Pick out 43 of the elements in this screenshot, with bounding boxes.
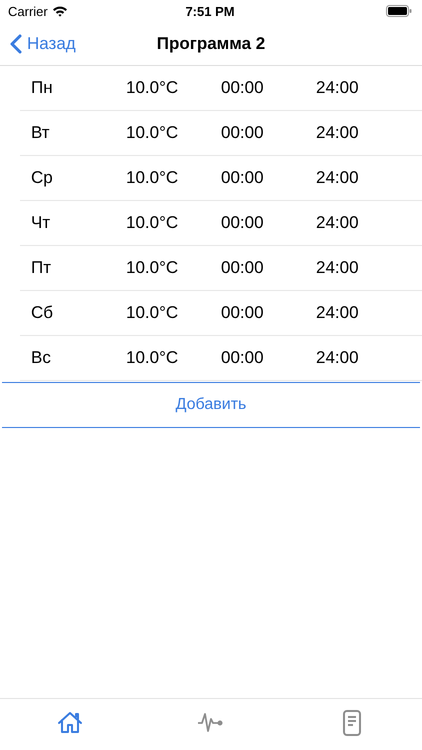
temperature-value: 10.0°C	[126, 213, 180, 233]
temperature-value: 10.0°C	[126, 303, 180, 323]
temperature-value: 10.0°C	[126, 78, 180, 98]
end-time: 24:00	[316, 123, 360, 143]
temperature-value: 10.0°C	[126, 348, 180, 368]
schedule-row[interactable]: Чт 10.0°C 00:00 24:00	[20, 201, 422, 246]
start-time: 00:00	[221, 258, 265, 278]
carrier-text: Carrier	[8, 4, 48, 18]
temperature-value: 10.0°C	[126, 168, 180, 188]
schedule-row[interactable]: Пт 10.0°C 00:00 24:00	[20, 246, 422, 291]
end-time: 24:00	[316, 258, 360, 278]
start-time: 00:00	[221, 348, 265, 368]
wifi-icon	[52, 5, 68, 17]
clock-text: 7:51 PM	[185, 4, 235, 18]
end-time: 24:00	[316, 303, 360, 323]
start-time: 00:00	[221, 78, 265, 98]
end-time: 24:00	[316, 168, 360, 188]
end-time: 24:00	[316, 348, 360, 368]
start-time: 00:00	[221, 213, 265, 233]
day-label: Сб	[31, 303, 54, 323]
start-time: 00:00	[221, 123, 265, 143]
day-label: Вт	[31, 123, 51, 143]
day-label: Чт	[31, 213, 52, 233]
day-label: Вс	[31, 348, 52, 368]
day-label: Пн	[31, 78, 54, 98]
schedule-row[interactable]: Ср 10.0°C 00:00 24:00	[20, 156, 422, 201]
battery-icon	[386, 5, 412, 17]
day-label: Ср	[31, 168, 54, 188]
schedule-row[interactable]: Вс 10.0°C 00:00 24:00	[20, 336, 422, 381]
chevron-left-icon	[10, 34, 22, 54]
schedule-row[interactable]: Вт 10.0°C 00:00 24:00	[20, 111, 422, 156]
day-label: Пт	[31, 258, 52, 278]
temperature-value: 10.0°C	[126, 123, 180, 143]
schedule-row[interactable]: Пн 10.0°C 00:00 24:00	[20, 66, 422, 111]
screen-title: Программа 2	[156, 34, 266, 54]
add-button[interactable]: Добавить	[2, 382, 420, 428]
end-time: 24:00	[316, 213, 360, 233]
schedule-row[interactable]: Сб 10.0°C 00:00 24:00	[20, 291, 422, 336]
start-time: 00:00	[221, 303, 265, 323]
end-time: 24:00	[316, 78, 360, 98]
temperature-value: 10.0°C	[126, 258, 180, 278]
back-button[interactable]: Назад	[0, 34, 76, 54]
start-time: 00:00	[221, 168, 265, 188]
